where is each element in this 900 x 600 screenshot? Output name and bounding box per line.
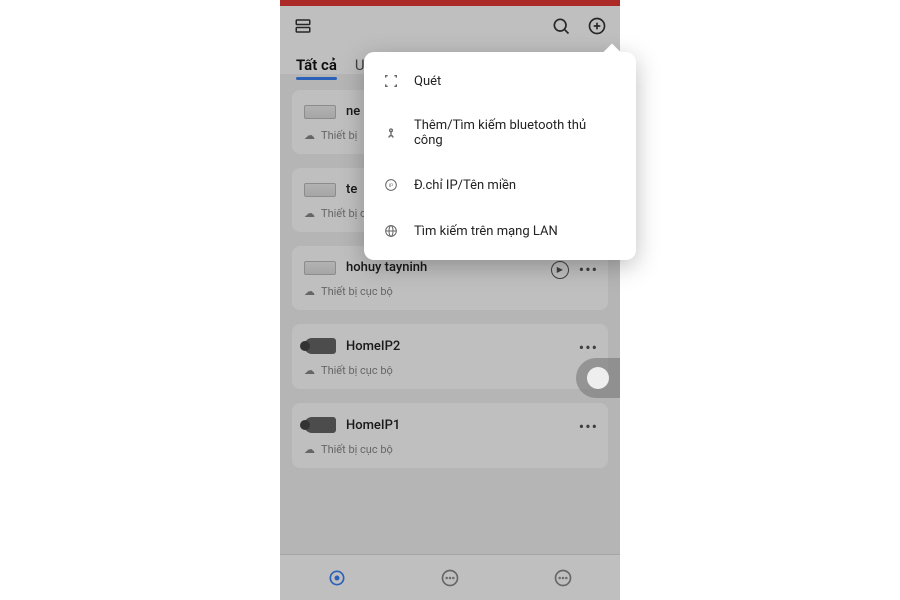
add-icon[interactable] [586, 15, 608, 37]
camera-thumb-icon [304, 417, 336, 433]
menu-label: Thêm/Tìm kiếm bluetooth thủ công [414, 118, 618, 148]
device-name: HomeIP2 [346, 339, 400, 354]
cloud-icon: ☁ [304, 443, 315, 456]
device-thumb-icon [304, 105, 336, 119]
menu-ip[interactable]: IP Đ.chỉ IP/Tên miền [364, 162, 636, 208]
search-icon[interactable] [550, 15, 572, 37]
device-name: ne [346, 104, 360, 119]
device-sub: Thiết bị cục bộ [321, 364, 393, 377]
menu-label: Đ.chỉ IP/Tên miền [414, 178, 516, 193]
device-thumb-icon [304, 183, 336, 197]
cloud-icon: ☁ [304, 285, 315, 298]
menu-lan[interactable]: Tìm kiếm trên mạng LAN [364, 208, 636, 254]
layout-toggle-icon[interactable] [292, 15, 314, 37]
globe-icon [382, 222, 400, 240]
nav-messages-icon[interactable] [439, 567, 461, 589]
more-icon[interactable]: ••• [579, 417, 598, 436]
device-name: hohuy tayninh [346, 260, 427, 275]
menu-bluetooth[interactable]: Thêm/Tìm kiếm bluetooth thủ công [364, 104, 636, 162]
cloud-icon: ☁ [304, 364, 315, 377]
device-sub: Thiết bị [321, 129, 357, 142]
nav-home-icon[interactable] [326, 567, 348, 589]
svg-text:IP: IP [389, 183, 393, 189]
play-icon[interactable]: ▶ [551, 261, 569, 279]
menu-label: Quét [414, 74, 441, 89]
device-name: HomeIP1 [346, 418, 400, 433]
fab-icon [587, 367, 609, 389]
app-header [280, 6, 620, 46]
device-sub: Thiết bị cục bộ [321, 443, 393, 456]
cloud-icon: ☁ [304, 129, 315, 142]
tap-icon [382, 124, 400, 142]
menu-label: Tìm kiếm trên mạng LAN [414, 224, 558, 239]
menu-scan[interactable]: Quét [364, 58, 636, 104]
device-card[interactable]: HomeIP2 ☁ Thiết bị cục bộ ••• [292, 324, 608, 389]
device-card[interactable]: HomeIP1 ☁ Thiết bị cục bộ ••• [292, 403, 608, 468]
camera-thumb-icon [304, 338, 336, 354]
nav-more-icon[interactable] [552, 567, 574, 589]
more-icon[interactable]: ••• [579, 338, 598, 357]
scan-icon [382, 72, 400, 90]
ip-icon: IP [382, 176, 400, 194]
cloud-icon: ☁ [304, 207, 315, 220]
device-name: te [346, 182, 357, 197]
floating-button[interactable] [576, 358, 620, 398]
more-icon[interactable]: ••• [579, 260, 598, 279]
device-sub: Thiết bị cục bộ [321, 285, 393, 298]
tab-all[interactable]: Tất cả [296, 56, 337, 74]
add-menu-popup: Quét Thêm/Tìm kiếm bluetooth thủ công IP… [364, 52, 636, 260]
device-thumb-icon [304, 261, 336, 275]
bottom-nav [280, 554, 620, 600]
